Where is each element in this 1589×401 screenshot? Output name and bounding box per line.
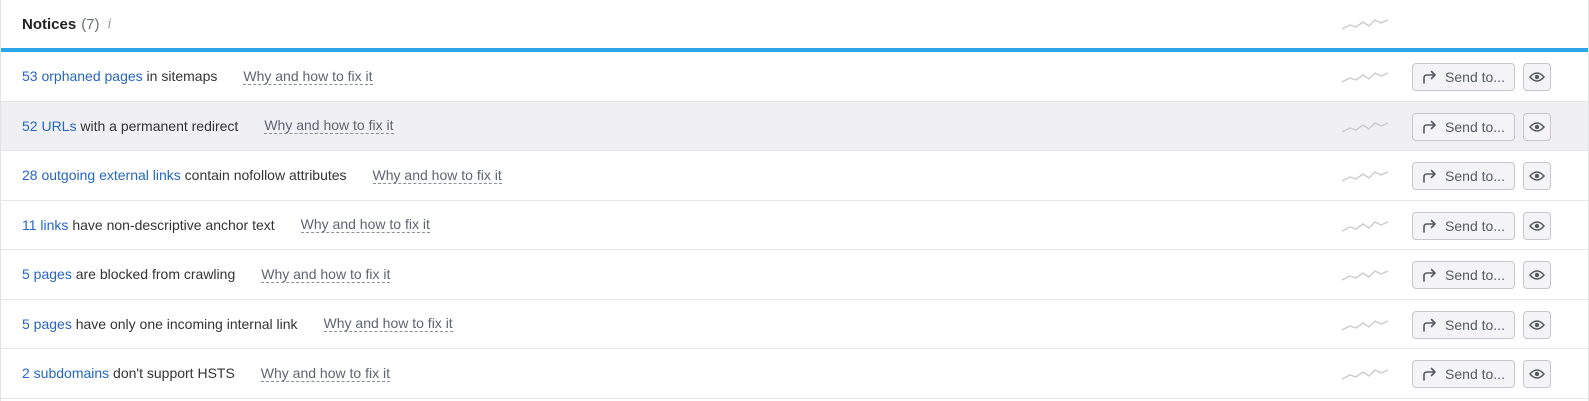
hide-button[interactable]	[1523, 360, 1551, 388]
eye-icon	[1529, 121, 1545, 132]
hide-button[interactable]	[1523, 63, 1551, 91]
table-row: 5 pages are blocked from crawling Why an…	[1, 250, 1588, 300]
hide-button[interactable]	[1523, 310, 1551, 339]
sparkline-icon	[1341, 369, 1389, 380]
issue-text: with a permanent redirect	[76, 117, 239, 134]
sparkline-icon	[1341, 319, 1389, 331]
sparkline-icon	[1341, 19, 1389, 30]
send-to-button[interactable]: Send to...	[1412, 63, 1515, 91]
issue-link[interactable]: 2 subdomains	[22, 365, 109, 381]
eye-icon	[1529, 270, 1545, 280]
why-fix-link[interactable]: Why and how to fix it	[372, 167, 502, 184]
sparkline-icon	[1341, 220, 1389, 232]
eye-icon	[1529, 369, 1545, 379]
issue-text: in sitemaps	[142, 68, 218, 85]
issue-description: 5 pages are blocked from crawling	[22, 266, 235, 282]
hide-button[interactable]	[1523, 211, 1551, 240]
table-row: 2 subdomains don't support HSTS Why and …	[1, 349, 1588, 399]
issue-link[interactable]: 5 pages	[22, 316, 72, 332]
issue-link[interactable]: 28 outgoing external links	[22, 167, 181, 183]
send-to-button[interactable]: Send to...	[1412, 162, 1515, 190]
notices-list: 53 orphaned pages in sitemaps Why and ho…	[1, 52, 1588, 399]
info-icon[interactable]: i	[108, 17, 112, 32]
share-arrow-icon	[1423, 318, 1436, 332]
issue-description: 52 URLs with a permanent redirect	[22, 118, 238, 134]
issue-text: don't support HSTS	[109, 365, 235, 382]
issue-link[interactable]: 5 pages	[22, 266, 72, 282]
share-arrow-icon	[1423, 268, 1436, 282]
notice-count: (7)	[81, 15, 100, 33]
send-to-button[interactable]: Send to...	[1412, 211, 1515, 240]
issue-text: have only one incoming internal link	[71, 315, 298, 332]
hide-button[interactable]	[1523, 162, 1551, 190]
send-to-label: Send to...	[1445, 267, 1505, 283]
why-fix-link[interactable]: Why and how to fix it	[323, 315, 453, 333]
eye-icon	[1529, 319, 1545, 330]
why-fix-link[interactable]: Why and how to fix it	[260, 365, 390, 382]
issue-link[interactable]: 52 URLs	[22, 118, 76, 134]
issue-description: 2 subdomains don't support HSTS	[22, 365, 235, 381]
send-to-label: Send to...	[1445, 118, 1505, 135]
eye-icon	[1529, 220, 1545, 231]
eye-icon	[1529, 171, 1545, 181]
sparkline-icon	[1341, 270, 1389, 281]
send-to-button[interactable]: Send to...	[1412, 261, 1515, 289]
send-to-label: Send to...	[1445, 168, 1505, 184]
send-to-button[interactable]: Send to...	[1412, 112, 1515, 141]
hide-button[interactable]	[1523, 112, 1551, 141]
section-title: Notices	[22, 15, 77, 33]
issue-text: contain nofollow attributes	[180, 167, 347, 184]
share-arrow-icon	[1423, 169, 1436, 183]
share-arrow-icon	[1423, 120, 1436, 134]
table-row: 52 URLs with a permanent redirect Why an…	[1, 101, 1588, 151]
issue-description: 28 outgoing external links contain nofol…	[22, 167, 347, 183]
issue-description: 53 orphaned pages in sitemaps	[22, 68, 217, 84]
issue-link[interactable]: 11 links	[22, 217, 68, 233]
why-fix-link[interactable]: Why and how to fix it	[243, 68, 373, 85]
eye-icon	[1529, 72, 1545, 82]
why-fix-link[interactable]: Why and how to fix it	[261, 266, 391, 283]
issue-text: are blocked from crawling	[71, 266, 236, 283]
share-arrow-icon	[1423, 219, 1436, 233]
notices-header: Notices (7) i	[1, 0, 1588, 52]
send-to-button[interactable]: Send to...	[1412, 360, 1515, 388]
send-to-label: Send to...	[1445, 69, 1505, 85]
issue-text: have non-descriptive anchor text	[68, 216, 275, 233]
why-fix-link[interactable]: Why and how to fix it	[300, 216, 430, 234]
table-row: 11 links have non-descriptive anchor tex…	[1, 201, 1588, 250]
hide-button[interactable]	[1523, 261, 1551, 289]
share-arrow-icon	[1423, 70, 1436, 84]
table-row: 5 pages have only one incoming internal …	[1, 300, 1588, 349]
send-to-label: Send to...	[1445, 217, 1505, 234]
sparkline-icon	[1341, 72, 1389, 83]
issue-description: 11 links have non-descriptive anchor tex…	[22, 217, 275, 233]
send-to-button[interactable]: Send to...	[1412, 310, 1515, 339]
send-to-label: Send to...	[1445, 316, 1505, 333]
share-arrow-icon	[1423, 367, 1436, 381]
table-row: 28 outgoing external links contain nofol…	[1, 151, 1588, 201]
sparkline-icon	[1341, 121, 1389, 133]
table-row: 53 orphaned pages in sitemaps Why and ho…	[1, 52, 1588, 102]
issue-description: 5 pages have only one incoming internal …	[22, 316, 298, 332]
notices-panel: Notices (7) i 53 orphaned pages in sitem…	[0, 0, 1589, 401]
why-fix-link[interactable]: Why and how to fix it	[264, 117, 394, 135]
send-to-label: Send to...	[1445, 366, 1505, 382]
sparkline-icon	[1341, 171, 1389, 182]
issue-link[interactable]: 53 orphaned pages	[22, 68, 143, 84]
